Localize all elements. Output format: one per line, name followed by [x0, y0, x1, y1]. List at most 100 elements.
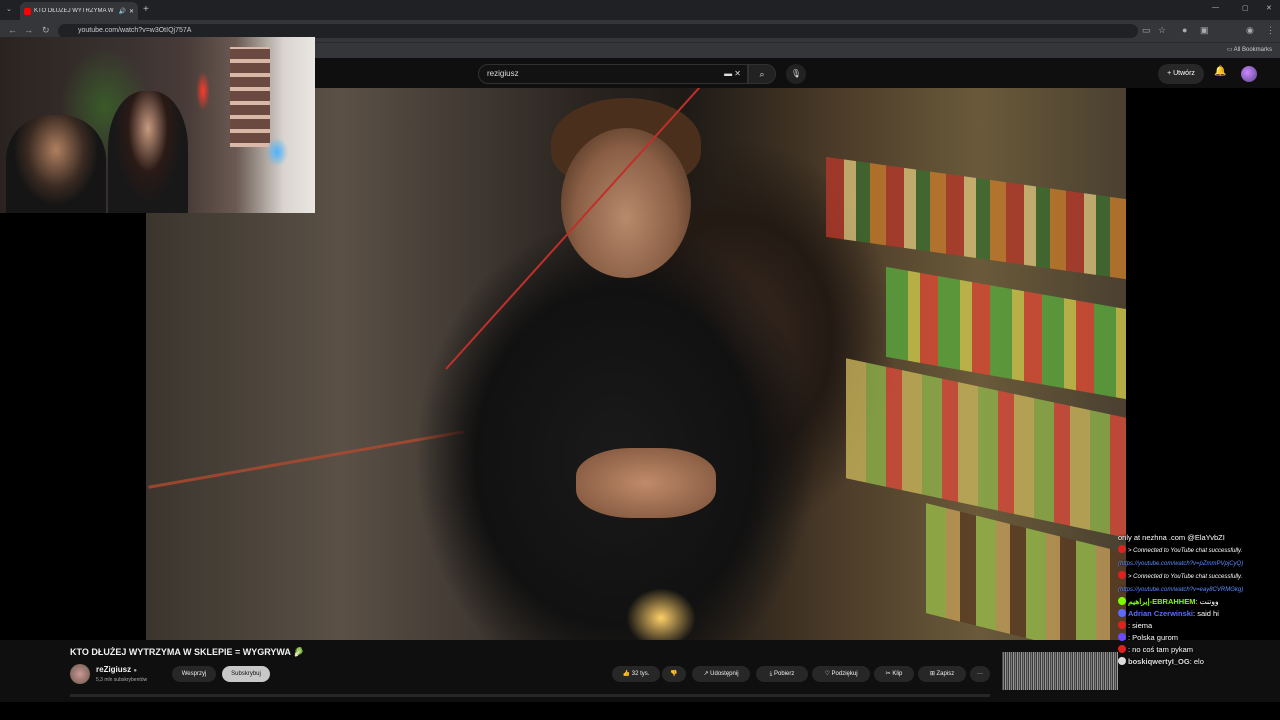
close-window-icon[interactable]: ✕ [1266, 4, 1272, 12]
share-button[interactable]: ↗ Udostępnij [692, 666, 750, 682]
bookmark-star-icon[interactable]: ☆ [1158, 25, 1166, 36]
reload-icon[interactable]: ↻ [42, 25, 50, 36]
chat-message: : Polska gurom [1118, 632, 1280, 644]
video-frame-person-head [561, 128, 691, 278]
chat-user-avatar-icon [1118, 645, 1126, 653]
channel-name[interactable]: reZigiusz ● [96, 665, 137, 674]
chat-user-avatar-icon [1118, 621, 1126, 629]
chat-message: > Connected to YouTube chat successfully… [1118, 544, 1280, 557]
chat-system-text: > Connected to YouTube chat successfully… [1128, 548, 1243, 554]
close-tab-icon[interactable]: ✕ [129, 8, 134, 15]
speaker-icon[interactable]: 🔊 [118, 8, 125, 15]
comments-divider [70, 694, 990, 697]
thanks-label: Podziękuj [831, 671, 858, 677]
search-button[interactable]: ⌕ [748, 64, 776, 84]
chat-message: : siema [1118, 620, 1280, 632]
like-button[interactable]: 👍 32 tys. [612, 666, 660, 682]
webcam-overlay [0, 37, 315, 213]
create-button[interactable]: + Utwórz [1158, 64, 1204, 84]
webcam-person-right [108, 91, 188, 213]
extension-icon[interactable]: ● [1182, 25, 1187, 35]
chat-message: (https://youtube.com/watch?v=pZmmPVpjCyQ… [1118, 557, 1280, 570]
youtube-favicon-icon [24, 7, 31, 15]
extensions-puzzle-icon[interactable]: ▣ [1200, 25, 1209, 36]
download-button[interactable]: ⤓ Pobierz [756, 666, 808, 682]
chat-message-list: only at nezhna .com @ElaYvbZI > Connected… [1118, 532, 1280, 668]
tab-title: KTO DŁUŻEJ WYTRZYMA W [34, 8, 114, 14]
thanks-icon: ♡ [824, 671, 830, 677]
stream-chat-overlay: only at nezhna .com @ElaYvbZI > Connected… [1118, 532, 1280, 702]
chat-message: > Connected to YouTube chat successfully… [1118, 570, 1280, 583]
notifications-bell-icon[interactable]: 🔔 [1214, 66, 1226, 77]
video-title: KTO DŁUŻEJ WYTRZYMA W SKLEPIE = WYGRYWA … [70, 647, 305, 657]
webcam-shelf [230, 47, 270, 147]
chat-link[interactable]: (https://youtube.com/watch?v=pZmmPVpjCyQ… [1118, 561, 1243, 567]
all-bookmarks-label: All Bookmarks [1233, 47, 1272, 53]
video-frame-person-hands [576, 448, 716, 518]
chat-message: boskiqwertyI_OG: elo [1118, 656, 1280, 668]
chat-message: (https://youtube.com/watch?v=eay8CVRMGkg… [1118, 583, 1280, 596]
support-button[interactable]: Wesprzyj [172, 666, 216, 682]
browser-tab-bar: ⌄ KTO DŁUŻEJ WYTRZYMA W 🔊 ✕ + — ▢ ✕ [0, 0, 1280, 20]
channel-name-text: reZigiusz [96, 665, 132, 674]
like-count: 32 tys. [631, 671, 650, 677]
download-icon: ⤓ [769, 671, 773, 677]
search-query: rezigiusz [487, 69, 519, 78]
webcam-red-light [196, 71, 210, 111]
clip-button[interactable]: ✂ Klip [874, 666, 914, 682]
clip-label: Klip [892, 671, 903, 677]
save-icon: ⊞ [929, 671, 935, 677]
browser-menu-icon[interactable]: ⋮ [1266, 25, 1275, 36]
thanks-button[interactable]: ♡ Podziękuj [812, 666, 870, 682]
mic-icon: 🎙 [790, 69, 802, 78]
thumbs-down-icon: 👎 [670, 671, 678, 677]
chat-link[interactable]: (https://youtube.com/watch?v=eay8CVRMGkg… [1118, 587, 1243, 593]
chat-user-avatar-icon [1118, 597, 1126, 605]
clear-search-icon[interactable]: ▬ ✕ [724, 65, 741, 83]
search-icon: ⌕ [759, 69, 765, 79]
chat-username: Adrian Czerwinski [1128, 609, 1194, 618]
chat-text: Polska gurom [1132, 633, 1179, 642]
bottom-black-bar [0, 702, 1280, 720]
tab-search-icon[interactable]: ⌄ [6, 5, 12, 13]
create-label: Utwórz [1173, 70, 1195, 77]
video-frame-shelf [826, 156, 1126, 280]
back-icon[interactable]: ← [8, 25, 17, 35]
share-label: Udostępnij [710, 671, 739, 677]
profile-icon[interactable]: ◉ [1246, 25, 1254, 36]
chat-text: ووتنت [1199, 597, 1219, 606]
more-actions-button[interactable]: ··· [970, 666, 990, 682]
save-button[interactable]: ⊞ Zapisz [918, 666, 966, 682]
chat-text: said hi [1197, 609, 1219, 618]
webcam-person-left [6, 115, 106, 213]
forward-icon[interactable]: → [24, 25, 33, 35]
account-avatar[interactable] [1241, 66, 1257, 82]
browser-tab[interactable]: KTO DŁUŻEJ WYTRZYMA W 🔊 ✕ [20, 2, 138, 20]
channel-avatar[interactable] [70, 664, 90, 684]
cast-icon[interactable]: ▭ [1142, 25, 1151, 36]
chat-message: only at nezhna .com @ElaYvbZI [1118, 532, 1280, 544]
maximize-icon[interactable]: ▢ [1242, 4, 1249, 12]
minimize-icon[interactable]: — [1212, 4, 1219, 11]
video-frame-light [626, 588, 696, 640]
save-label: Zapisz [936, 671, 955, 677]
share-icon: ↗ [703, 671, 709, 677]
dislike-button[interactable]: 👎 [662, 666, 686, 682]
chat-message: Adrian Czerwinski: said hi [1118, 608, 1280, 620]
subscribe-button[interactable]: Subskrybuj [222, 666, 270, 682]
chat-user-avatar-icon [1118, 657, 1126, 665]
new-tab-icon[interactable]: + [143, 4, 149, 15]
url-field[interactable]: youtube.com/watch?v=w3OtIQj757A [58, 24, 1138, 38]
chat-message: : no coś tam pykam [1118, 644, 1280, 656]
all-bookmarks-link[interactable]: ▭ All Bookmarks [1227, 46, 1272, 53]
search-input[interactable]: rezigiusz ▬ ✕ [478, 64, 748, 84]
download-label: Pobierz [773, 671, 795, 677]
chat-username: boskiqwertyI_OG [1128, 657, 1190, 666]
chat-user-avatar-icon [1118, 609, 1126, 617]
chat-message: إبراهيم-EBRAHHEM: ووتنت [1118, 596, 1280, 608]
scissors-icon: ✂ [885, 671, 891, 677]
voice-search-button[interactable]: 🎙 [786, 64, 806, 84]
webcam-blue-light [266, 137, 288, 167]
verified-icon: ● [133, 668, 137, 674]
chat-user-avatar-icon [1118, 633, 1126, 641]
